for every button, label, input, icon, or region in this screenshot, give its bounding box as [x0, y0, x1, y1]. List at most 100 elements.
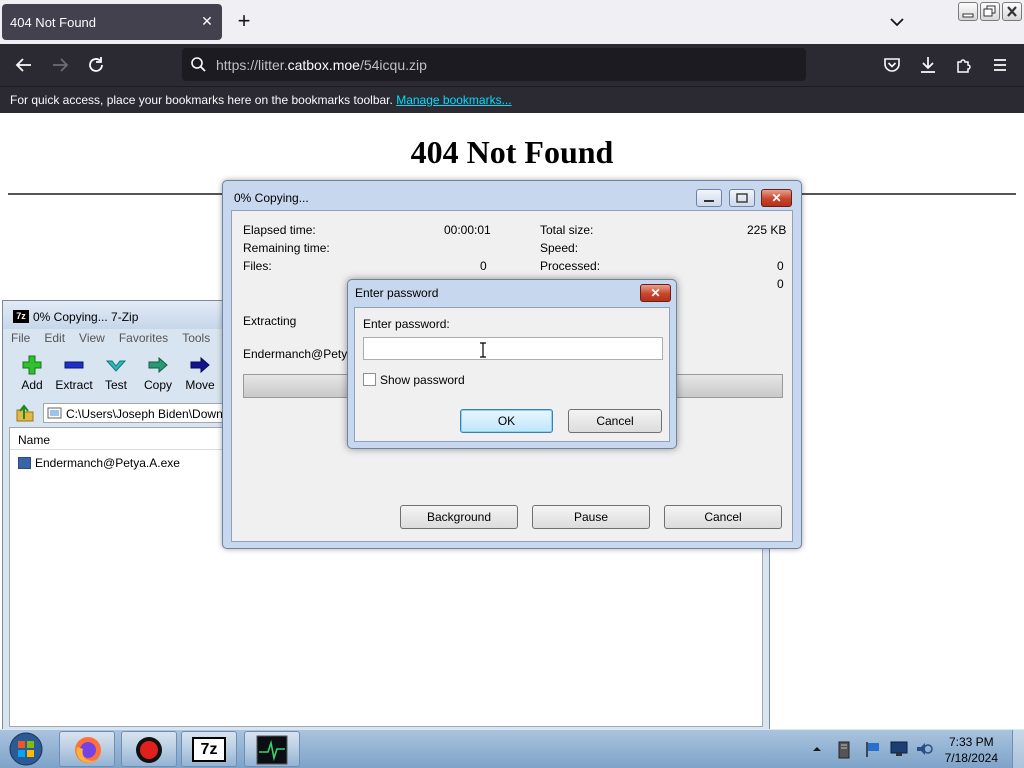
add-button[interactable]: Add: [11, 353, 53, 397]
move-button[interactable]: Move: [179, 353, 221, 397]
minimize-button[interactable]: [696, 189, 722, 207]
ok-button[interactable]: OK: [460, 409, 553, 433]
extract-button[interactable]: Extract: [53, 353, 95, 397]
show-password-checkbox[interactable]: [363, 373, 376, 386]
firefox-icon: [75, 737, 101, 763]
7zip-title: 0% Copying... 7-Zip: [33, 310, 139, 324]
back-icon[interactable]: [13, 54, 35, 76]
speed-label: Speed:: [540, 241, 579, 255]
add-icon: [22, 355, 42, 375]
test-label: Test: [104, 378, 127, 392]
password-dialog-title: Enter password: [355, 286, 439, 300]
background-button[interactable]: Background: [400, 505, 518, 529]
up-folder-icon[interactable]: [15, 403, 35, 423]
copy-label: Copy: [143, 378, 172, 392]
reload-icon[interactable]: [85, 54, 107, 76]
network-icon[interactable]: [890, 741, 908, 757]
show-hidden-icons-icon[interactable]: [812, 744, 822, 754]
test-icon: [105, 360, 127, 372]
move-label: Move: [185, 378, 215, 392]
text-cursor-icon: [480, 342, 486, 358]
file-icon: [18, 457, 31, 469]
start-orb-icon[interactable]: [6, 731, 46, 767]
restore-button[interactable]: [980, 2, 1000, 21]
url-domain: catbox.moe: [287, 57, 360, 73]
elapsed-time-value: 00:00:01: [444, 223, 491, 237]
tab-strip: 404 Not Found ✕ +: [0, 0, 1024, 44]
url-text[interactable]: https://litter.catbox.moe/54icqu.zip: [216, 57, 427, 73]
processed-label: Processed:: [540, 259, 601, 273]
taskbar-task-manager[interactable]: [244, 731, 300, 767]
elapsed-time-label: Elapsed time:: [243, 223, 316, 237]
minimize-button[interactable]: [958, 2, 978, 21]
bookmarks-hint: For quick access, place your bookmarks h…: [10, 93, 393, 107]
manage-bookmarks-link[interactable]: Manage bookmarks...: [396, 93, 511, 107]
downloads-icon[interactable]: [917, 54, 939, 76]
tab-404-not-found[interactable]: 404 Not Found ✕: [2, 4, 222, 40]
7zip-menubar: File Edit View Favorites Tools: [11, 331, 210, 349]
copy-button[interactable]: Copy: [137, 353, 179, 397]
close-window-button[interactable]: [1002, 2, 1022, 21]
clock-time: 7:33 PM: [948, 735, 994, 749]
menu-edit[interactable]: Edit: [44, 331, 65, 349]
processed-value: 0: [777, 259, 784, 273]
system-tray: [812, 734, 942, 764]
tab-title: 404 Not Found: [10, 15, 97, 30]
taskbar-7zip[interactable]: 7z: [181, 731, 237, 767]
file-name: Endermanch@Petya.A.exe: [35, 456, 180, 470]
menu-favorites[interactable]: Favorites: [119, 331, 168, 349]
files-label: Files:: [243, 259, 272, 273]
close-dialog-button[interactable]: ✕: [761, 189, 792, 207]
clock-date: 7/18/2024: [944, 751, 998, 765]
page-heading: 404 Not Found: [410, 134, 614, 170]
cancel-button[interactable]: Cancel: [568, 409, 662, 433]
volume-muted-icon[interactable]: [915, 740, 933, 758]
password-dialog-body: Enter password: Show password OK Cancel: [354, 307, 670, 442]
list-item[interactable]: Endermanch@Petya.A.exe: [18, 456, 180, 472]
taskbar-recorder[interactable]: [121, 731, 177, 767]
menu-tools[interactable]: Tools: [182, 331, 210, 349]
files-value: 0: [480, 259, 487, 273]
menu-icon[interactable]: [989, 54, 1011, 76]
operation-status: Extracting: [243, 314, 297, 328]
close-password-dialog-button[interactable]: ✕: [640, 284, 671, 302]
bookmarks-toolbar: For quick access, place your bookmarks h…: [0, 86, 1024, 113]
move-icon: [190, 356, 210, 374]
test-button[interactable]: Test: [95, 353, 137, 397]
url-bar[interactable]: https://litter.catbox.moe/54icqu.zip: [182, 48, 806, 81]
menu-file[interactable]: File: [11, 331, 30, 349]
7zip-icon: 7z: [13, 310, 29, 323]
clock[interactable]: 7:33 PM 7/18/2024: [945, 734, 998, 766]
extensions-icon[interactable]: [953, 54, 975, 76]
record-icon: [136, 737, 162, 763]
tab-close-icon[interactable]: ✕: [198, 12, 216, 30]
pause-button[interactable]: Pause: [532, 505, 650, 529]
copy-icon: [148, 356, 168, 374]
forward-icon[interactable]: [49, 54, 71, 76]
total-size-label: Total size:: [540, 223, 594, 237]
total-size-value: 225 KB: [747, 223, 787, 237]
password-input[interactable]: [363, 337, 663, 360]
packed-size-value: 0: [777, 277, 784, 291]
column-name[interactable]: Name: [18, 433, 50, 447]
remaining-time-label: Remaining time:: [243, 241, 330, 255]
search-icon: [191, 57, 206, 72]
7zip-toolbar: Add Extract Test Copy Move: [11, 353, 221, 397]
taskbar-firefox[interactable]: [59, 731, 115, 767]
menu-view[interactable]: View: [79, 331, 105, 349]
enter-password-dialog: Enter password ✕ Enter password: Show pa…: [347, 279, 677, 449]
navigation-toolbar: https://litter.catbox.moe/54icqu.zip: [0, 44, 1024, 86]
flag-icon[interactable]: [864, 740, 882, 758]
show-password-label[interactable]: Show password: [380, 373, 465, 387]
show-desktop-button[interactable]: [1012, 730, 1024, 768]
maximize-button[interactable]: [729, 189, 755, 207]
drive-icon: [47, 407, 62, 419]
chevron-down-icon[interactable]: [886, 12, 908, 32]
hardware-icon[interactable]: [836, 741, 852, 759]
cancel-copy-button[interactable]: Cancel: [664, 505, 782, 529]
pocket-icon[interactable]: [881, 54, 903, 76]
new-tab-button[interactable]: +: [232, 10, 256, 34]
extract-label: Extract: [55, 378, 93, 392]
taskbar: 7z 7:33 PM 7/18/2024: [0, 729, 1024, 768]
progress-dialog-title: 0% Copying...: [234, 191, 309, 205]
